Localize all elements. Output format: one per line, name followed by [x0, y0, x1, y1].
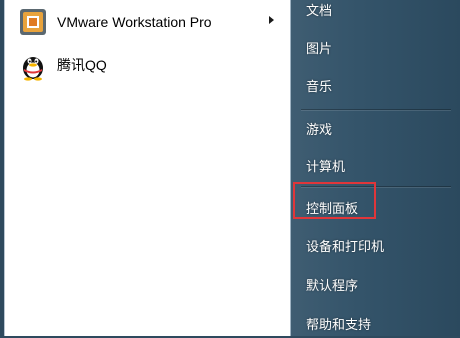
place-label: 设备和打印机 — [306, 239, 385, 255]
place-item-pictures[interactable]: 图片 — [291, 32, 460, 62]
place-label: 音乐 — [306, 79, 333, 95]
places-separator — [301, 109, 451, 110]
vmware-icon — [20, 9, 46, 35]
program-label-vmware: VMware Workstation Pro — [57, 14, 212, 30]
program-label-qq: 腾讯QQ — [57, 57, 107, 73]
submenu-arrow-icon — [269, 16, 274, 24]
start-menu: VMware Workstation Pro 腾讯QQ 文档 图片 音乐 游戏 … — [0, 0, 460, 336]
place-label: 计算机 — [306, 159, 346, 175]
program-item-qq[interactable]: 腾讯QQ — [5, 46, 290, 84]
qq-penguin-icon — [23, 57, 43, 81]
place-label: 游戏 — [306, 122, 333, 138]
place-item-documents[interactable]: 文档 — [291, 0, 460, 24]
place-label: 帮助和支持 — [306, 317, 372, 333]
program-item-vmware[interactable]: VMware Workstation Pro — [5, 3, 290, 41]
place-item-music[interactable]: 音乐 — [291, 70, 460, 100]
place-label: 文档 — [306, 3, 333, 19]
place-item-default-programs[interactable]: 默认程序 — [291, 269, 460, 299]
programs-pane: VMware Workstation Pro 腾讯QQ — [4, 0, 291, 336]
place-label: 默认程序 — [306, 278, 359, 294]
control-panel-highlight-box — [293, 182, 376, 219]
place-item-computer[interactable]: 计算机 — [291, 150, 460, 180]
place-label: 图片 — [306, 41, 333, 57]
place-item-games[interactable]: 游戏 — [291, 113, 460, 143]
place-item-devices-printers[interactable]: 设备和打印机 — [291, 230, 460, 260]
places-pane: 文档 图片 音乐 游戏 计算机 控制面板 设备和打印机 默认程序 帮助和支持 — [291, 0, 460, 336]
place-item-help-support[interactable]: 帮助和支持 — [291, 308, 460, 338]
